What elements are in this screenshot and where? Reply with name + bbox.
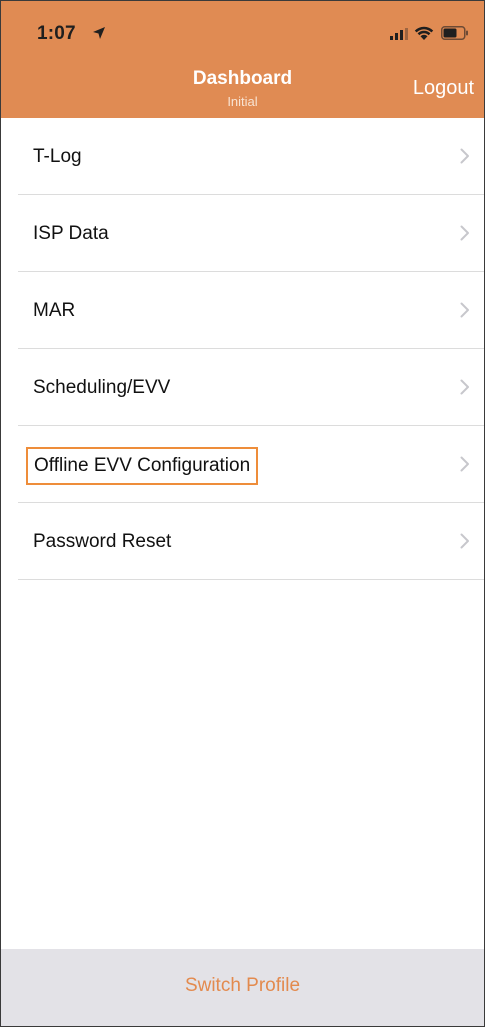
chevron-right-icon — [460, 302, 469, 318]
menu-item-offline-evv-configuration[interactable]: Offline EVV Configuration — [1, 426, 484, 503]
wifi-icon — [414, 26, 434, 40]
chevron-right-icon — [460, 379, 469, 395]
footer-bar: Switch Profile — [1, 949, 484, 1026]
menu-item-t-log[interactable]: T-Log — [1, 118, 484, 195]
chevron-right-icon — [460, 533, 469, 549]
logout-button[interactable]: Logout — [413, 77, 474, 100]
header-bar: 1:07 Dashboard Initial Logout — [1, 1, 484, 118]
menu-item-password-reset[interactable]: Password Reset — [1, 503, 484, 580]
menu-item-label: T-Log — [33, 146, 82, 167]
page-subtitle: Initial — [227, 94, 258, 109]
chevron-right-icon — [460, 148, 469, 164]
chevron-right-icon — [460, 456, 469, 472]
location-arrow-icon — [93, 27, 105, 39]
chevron-right-icon — [460, 225, 469, 241]
menu-item-label: Password Reset — [33, 531, 172, 552]
menu-item-label: Scheduling/EVV — [33, 377, 171, 398]
menu-item-label: Offline EVV Configuration — [26, 447, 259, 485]
app-screen: 1:07 Dashboard Initial Logout T-Log ISP … — [0, 0, 485, 1027]
menu-item-label: MAR — [33, 300, 76, 321]
status-time: 1:07 — [37, 23, 76, 44]
dashboard-menu: T-Log ISP Data MAR Scheduling/EVV Offlin… — [1, 118, 484, 580]
menu-item-scheduling-evv[interactable]: Scheduling/EVV — [1, 349, 484, 426]
page-title: Dashboard — [192, 68, 293, 89]
cellular-signal-icon — [390, 28, 408, 40]
menu-item-label: ISP Data — [33, 223, 109, 244]
menu-item-mar[interactable]: MAR — [1, 272, 484, 349]
battery-icon — [441, 26, 468, 40]
menu-item-isp-data[interactable]: ISP Data — [1, 195, 484, 272]
switch-profile-button[interactable]: Switch Profile — [1, 975, 484, 997]
